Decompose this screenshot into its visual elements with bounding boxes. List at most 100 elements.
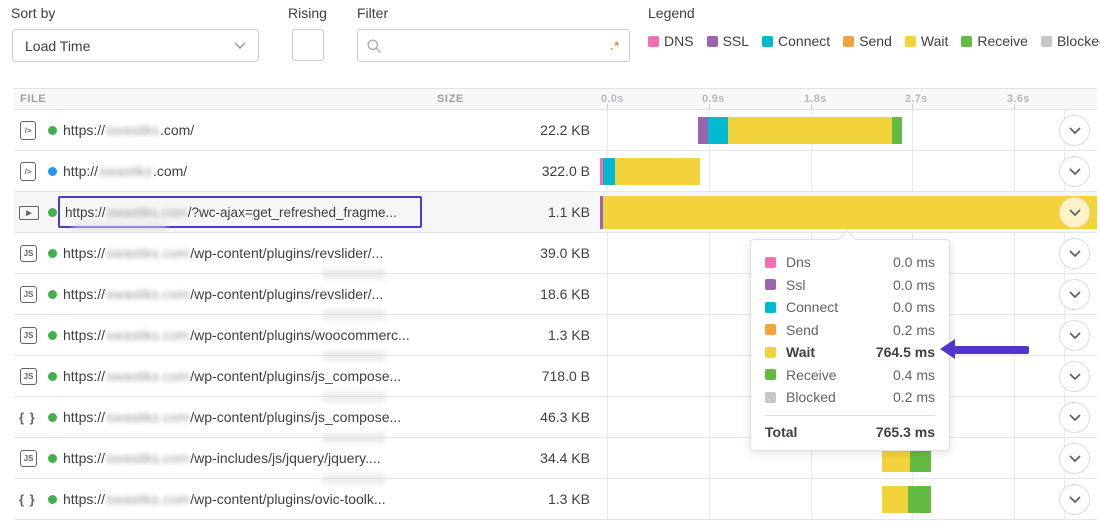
expand-row-button[interactable] xyxy=(1059,402,1090,433)
url-prefix: https:// xyxy=(63,286,105,302)
file-size: 34.4 KB xyxy=(454,438,590,479)
tooltip-swatch xyxy=(765,279,776,290)
url-prefix: https:// xyxy=(63,245,105,261)
file-size: 1.1 KB xyxy=(454,192,590,233)
tooltip-metric-label: Dns xyxy=(786,254,811,270)
time-axis-label: 3.6s xyxy=(1007,89,1030,109)
url-blurred-domain: swastiks.com xyxy=(105,286,190,302)
chevron-down-icon xyxy=(1069,209,1081,217)
url-path: /?wc-ajax=get_refreshed_fragme... xyxy=(188,205,397,220)
tooltip-metric-value: 0.4 ms xyxy=(893,367,935,383)
status-dot xyxy=(48,208,57,217)
expand-row-button[interactable] xyxy=(1059,279,1090,310)
table-row: />http://swastiks.com/322.0 B xyxy=(14,151,1097,192)
tooltip-swatch xyxy=(765,392,776,403)
chevron-down-icon xyxy=(1069,496,1081,504)
file-url[interactable]: https://swastiks.com/wp-content/plugins/… xyxy=(63,397,401,438)
rising-checkbox[interactable] xyxy=(292,29,324,61)
legend-item: Connect xyxy=(762,33,830,49)
file-column-header: FILE xyxy=(20,89,46,109)
file-url[interactable]: https://swastiks.com/wp-content/plugins/… xyxy=(63,274,383,315)
legend-item-label: Blocked xyxy=(1057,33,1100,49)
url-blurred-domain: swastiks.com xyxy=(105,327,190,343)
file-url[interactable]: http://swastiks.com/ xyxy=(63,151,187,192)
expand-row-button[interactable] xyxy=(1059,156,1090,187)
status-dot xyxy=(48,126,57,135)
tooltip-total-label: Total xyxy=(765,424,797,440)
url-blurred-domain: swastiks.com xyxy=(105,409,190,425)
regex-toggle-icon[interactable]: .* xyxy=(610,39,620,53)
url-blurred-domain: swastiks.com xyxy=(105,245,190,261)
filter-label: Filter xyxy=(357,5,388,21)
chevron-down-icon xyxy=(1069,168,1081,176)
waterfall-segment-receive xyxy=(892,117,902,144)
blur-artifact xyxy=(322,269,386,279)
status-dot xyxy=(48,495,57,504)
js-file-icon: JS xyxy=(20,450,37,467)
file-size: 718.0 B xyxy=(454,356,590,397)
expand-row-button[interactable] xyxy=(1059,361,1090,392)
time-axis-label: 2.7s xyxy=(905,89,928,109)
legend-item: Send xyxy=(843,33,892,49)
file-url[interactable]: https://swastiks.com/wp-content/plugins/… xyxy=(63,315,410,356)
file-url[interactable]: https://swastiks.com/ xyxy=(63,110,194,151)
expand-row-button[interactable] xyxy=(1059,320,1090,351)
legend-item: DNS xyxy=(648,33,694,49)
url-path: .com/ xyxy=(160,122,194,138)
time-axis-tick xyxy=(709,104,710,109)
file-url[interactable]: https://swastiks.com/wp-content/plugins/… xyxy=(63,356,401,397)
chevron-down-icon xyxy=(1069,332,1081,340)
url-path: .com/ xyxy=(153,163,187,179)
file-url[interactable]: https://swastiks.com/wp-content/plugins/… xyxy=(63,233,383,274)
url-prefix: https:// xyxy=(65,205,106,220)
waterfall-segment-wait xyxy=(728,117,892,144)
url-blurred-domain: swastiks xyxy=(98,163,153,179)
waterfall-segment-wait xyxy=(603,196,1097,229)
tooltip-row: Dns0.0 ms xyxy=(765,251,935,274)
status-dot xyxy=(48,413,57,422)
file-url[interactable]: https://swastiks.com/wp-content/plugins/… xyxy=(63,479,386,520)
js-file-icon: JS xyxy=(20,327,37,344)
waterfall-segment-wait xyxy=(615,158,700,185)
tooltip-swatch xyxy=(765,324,776,335)
blur-artifact xyxy=(322,474,386,484)
legend-item: Blocked xyxy=(1041,33,1100,49)
tooltip-swatch xyxy=(765,257,776,268)
tooltip-rows: Dns0.0 msSsl0.0 msConnect0.0 msSend0.2 m… xyxy=(765,251,935,409)
url-path: /wp-includes/js/jquery/jquery.... xyxy=(190,450,380,466)
js-file-icon: JS xyxy=(20,368,37,385)
url-blurred-domain: swastiks xyxy=(105,122,160,138)
file-size: 1.3 KB xyxy=(454,479,590,520)
tooltip-total-value: 765.3 ms xyxy=(876,424,935,440)
legend-swatch xyxy=(648,36,659,47)
search-icon xyxy=(367,39,381,53)
file-url[interactable]: https://swastiks.com/wp-includes/js/jque… xyxy=(63,438,381,479)
filter-input[interactable] xyxy=(388,38,610,54)
tooltip-metric-label: Blocked xyxy=(786,389,836,405)
waterfall-page: Sort by Load Time Rising Filter .* Legen… xyxy=(0,0,1100,525)
expand-row-button[interactable] xyxy=(1059,115,1090,146)
table-header: FILE SIZE 0.0s0.9s1.8s2.7s3.6s xyxy=(14,88,1097,110)
html-file-icon: /> xyxy=(20,162,36,181)
tooltip-swatch xyxy=(765,347,776,358)
expand-row-button[interactable] xyxy=(1059,443,1090,474)
expand-row-button[interactable] xyxy=(1059,238,1090,269)
size-column-header: SIZE xyxy=(437,89,464,109)
url-path: /wp-content/plugins/revslider/... xyxy=(190,245,383,261)
sort-by-select[interactable]: Load Time xyxy=(12,29,259,62)
tooltip-metric-label: Send xyxy=(786,322,819,338)
tooltip-metric-value: 0.2 ms xyxy=(893,322,935,338)
tooltip-swatch xyxy=(765,302,776,313)
tooltip-row: Send 0.2 ms xyxy=(765,319,935,342)
status-dot xyxy=(48,249,57,258)
expand-row-button[interactable] xyxy=(1059,197,1090,228)
js-file-icon: JS xyxy=(20,286,37,303)
url-prefix: https:// xyxy=(63,491,105,507)
expand-row-button[interactable] xyxy=(1059,484,1090,515)
chevron-down-icon xyxy=(1069,455,1081,463)
url-prefix: https:// xyxy=(63,122,105,138)
tooltip-metric-label: Receive xyxy=(786,367,837,383)
legend-item-label: Send xyxy=(859,33,892,49)
tooltip-row: Blocked0.2 ms xyxy=(765,386,935,409)
tooltip-swatch xyxy=(765,369,776,380)
